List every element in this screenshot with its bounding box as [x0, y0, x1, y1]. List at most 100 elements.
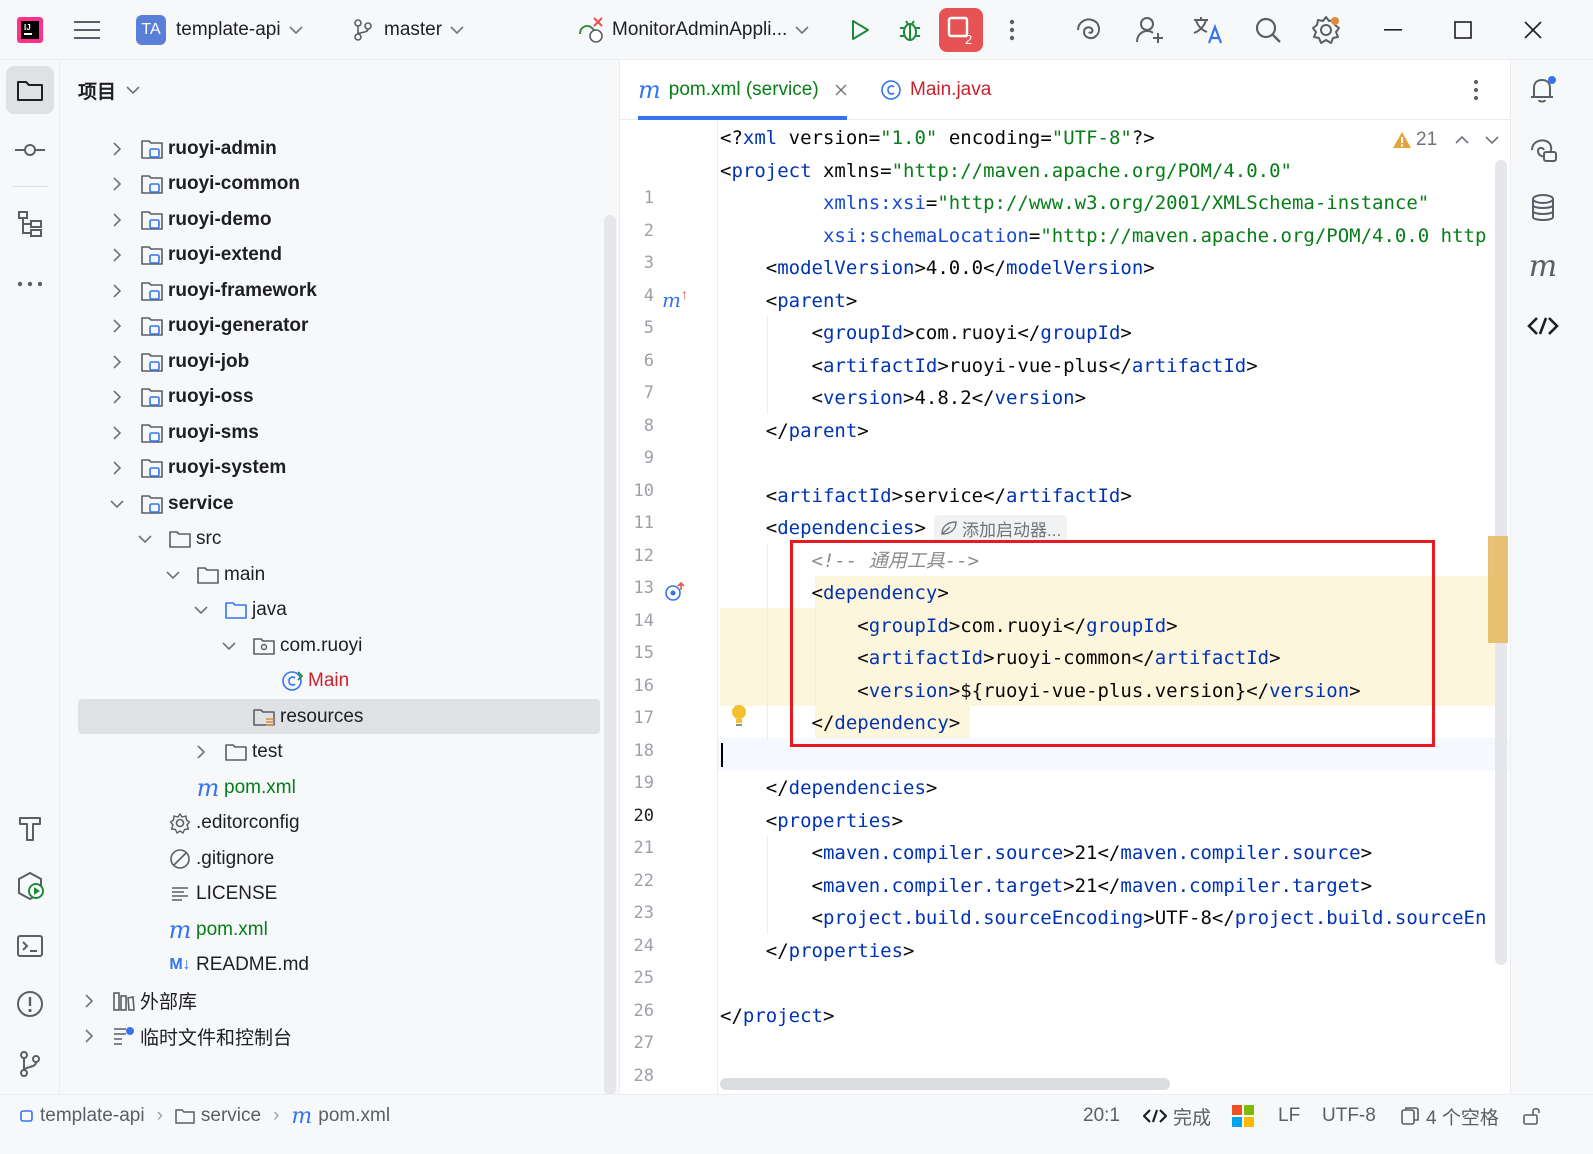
lock-icon[interactable]	[1522, 1095, 1542, 1137]
tree-item[interactable]: service	[60, 486, 600, 521]
project-icon[interactable]	[6, 66, 54, 114]
chevron-right-icon[interactable]	[110, 141, 124, 156]
tree-item[interactable]: LICENSE	[60, 877, 600, 912]
tree-item[interactable]: com.ruoyi	[60, 628, 600, 663]
close-icon[interactable]	[1524, 0, 1542, 60]
tab-pom-xml[interactable]: m pom.xml (service)	[638, 60, 847, 120]
tree-item[interactable]: test	[60, 735, 600, 770]
database-icon[interactable]	[1521, 186, 1565, 230]
lightbulb-icon[interactable]	[730, 704, 748, 733]
notifications-icon[interactable]	[1521, 68, 1565, 112]
project-scrollbar[interactable]	[604, 215, 616, 1094]
search-icon[interactable]	[1254, 0, 1282, 60]
editor-horizontal-scrollbar[interactable]	[720, 1078, 1170, 1090]
tree-item[interactable]: main	[60, 557, 600, 592]
add-user-icon[interactable]	[1135, 0, 1165, 60]
chevron-right-icon[interactable]	[110, 354, 124, 369]
chevron-right-icon[interactable]	[110, 319, 124, 333]
breadcrumb-item[interactable]: pom.xml	[318, 1105, 390, 1127]
add-starter-inlay[interactable]: 添加启动器...	[934, 515, 1068, 541]
tree-item[interactable]: ruoyi-common	[60, 167, 600, 202]
tree-item[interactable]: ruoyi-sms	[60, 415, 600, 450]
tree-item[interactable]: Main	[60, 664, 600, 699]
endpoints-icon[interactable]	[1521, 304, 1565, 348]
breadcrumb-item[interactable]: service	[201, 1105, 261, 1127]
tree-item[interactable]: ruoyi-generator	[60, 309, 600, 344]
commit-icon[interactable]	[6, 126, 54, 174]
inspection-widget[interactable]: 21	[1392, 128, 1499, 152]
minimize-icon[interactable]	[1384, 0, 1402, 60]
tree-item[interactable]: src	[60, 522, 600, 557]
chevron-down-icon[interactable]	[138, 532, 152, 546]
tree-item[interactable]: .editorconfig	[60, 806, 600, 841]
branch-switcher[interactable]: master	[352, 0, 464, 60]
maximize-icon[interactable]	[1454, 0, 1472, 60]
tree-item[interactable]: ruoyi-extend	[60, 238, 600, 273]
tree-item[interactable]: m pom.xml	[60, 912, 600, 947]
chevron-right-icon[interactable]	[110, 425, 124, 440]
tree-item[interactable]: resources	[78, 699, 600, 734]
ai-chat-icon[interactable]	[1521, 128, 1565, 172]
project-panel-header[interactable]: 项目	[60, 60, 619, 120]
chevron-down-icon[interactable]	[222, 639, 236, 653]
translate-icon[interactable]	[1192, 0, 1224, 60]
chevron-down-icon[interactable]	[194, 603, 208, 617]
close-icon[interactable]	[835, 84, 847, 96]
tab-more-icon[interactable]	[1472, 78, 1480, 107]
tree-item[interactable]: 外部库	[60, 983, 600, 1018]
chevron-down-icon[interactable]	[166, 568, 180, 582]
chevron-up-icon[interactable]	[1455, 135, 1469, 145]
run-config-selector[interactable]: MonitorAdminAppli...	[576, 0, 809, 60]
problems-icon[interactable]	[6, 980, 54, 1028]
project-switcher[interactable]: TA template-api	[136, 0, 303, 60]
tree-item[interactable]: .gitignore	[60, 841, 600, 876]
git-icon[interactable]	[6, 1040, 54, 1088]
chevron-right-icon[interactable]	[82, 1029, 96, 1043]
tree-item[interactable]: ruoyi-framework	[60, 273, 600, 308]
more-icon[interactable]	[1008, 0, 1016, 60]
tree-item[interactable]: java	[60, 593, 600, 628]
terminal-icon[interactable]	[6, 922, 54, 970]
chevron-right-icon[interactable]	[110, 390, 124, 404]
stop-button[interactable]: 2	[939, 0, 983, 60]
more-tools-icon[interactable]	[6, 260, 54, 308]
tree-item[interactable]: ruoyi-demo	[60, 202, 600, 237]
breadcrumb-item[interactable]: template-api	[40, 1105, 145, 1127]
override-parent-icon[interactable]: m↑	[662, 286, 688, 312]
chevron-right-icon[interactable]	[194, 745, 208, 759]
chevron-right-icon[interactable]	[110, 248, 124, 262]
chevron-right-icon[interactable]	[82, 993, 96, 1008]
tree-item[interactable]: ruoyi-oss	[60, 380, 600, 415]
tree-item[interactable]: M↓ README.md	[60, 948, 600, 983]
build-icon[interactable]	[6, 804, 54, 852]
chevron-right-icon[interactable]	[110, 177, 124, 191]
chevron-down-icon[interactable]	[110, 497, 124, 511]
tree-item[interactable]: ruoyi-job	[60, 344, 600, 379]
maven-tool-icon[interactable]: m	[1521, 244, 1565, 288]
chevron-down-icon[interactable]	[1485, 135, 1499, 145]
tree-item[interactable]: m pom.xml	[60, 770, 600, 805]
run-icon[interactable]	[848, 0, 872, 60]
settings-icon[interactable]	[1311, 0, 1341, 60]
chevron-right-icon[interactable]	[110, 283, 124, 298]
line-ending[interactable]: LF	[1278, 1095, 1300, 1137]
app-logo-icon[interactable]: IJ	[16, 0, 44, 60]
services-icon[interactable]	[6, 862, 54, 910]
structure-icon[interactable]	[6, 200, 54, 248]
tree-item[interactable]: ruoyi-admin	[60, 131, 600, 166]
tree-item[interactable]: 临时文件和控制台	[60, 1019, 600, 1054]
module-folder-icon	[140, 421, 164, 445]
file-encoding[interactable]: UTF-8	[1322, 1095, 1376, 1137]
tree-item[interactable]: ruoyi-system	[60, 451, 600, 486]
status-indicator[interactable]: 完成	[1143, 1095, 1211, 1137]
dependency-gutter-icon[interactable]	[664, 581, 686, 608]
windows-icon[interactable]	[1232, 1095, 1254, 1137]
debug-icon[interactable]	[897, 0, 923, 60]
hamburger-menu-icon[interactable]	[74, 0, 100, 60]
caret-position[interactable]: 20:1	[1083, 1095, 1120, 1137]
indent-setting[interactable]: 4 个空格	[1400, 1095, 1499, 1137]
tab-main-java[interactable]: Main.java	[880, 60, 991, 120]
chevron-right-icon[interactable]	[110, 461, 124, 475]
chevron-right-icon[interactable]	[110, 212, 124, 227]
ai-assistant-icon[interactable]	[1074, 0, 1104, 60]
